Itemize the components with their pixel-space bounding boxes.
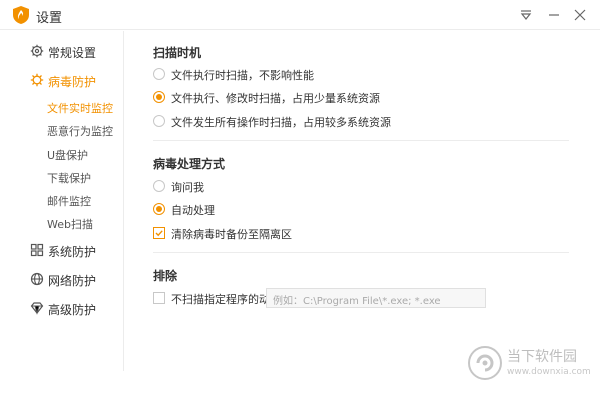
radio-label: 文件发生所有操作时扫描，占用较多系统资源 [171, 116, 391, 129]
watermark-title: 当下软件园 [507, 349, 577, 365]
exclusion-title: 排除 [153, 269, 178, 283]
sidebar: 常规设置 病毒防护 文件实时监控 恶意行为监控 U盘保护 下载保护 邮件监控 W… [0, 31, 124, 371]
virus-icon [30, 73, 44, 87]
diamond-icon [30, 301, 44, 315]
sidebar-item-label: 系统防护 [48, 245, 97, 259]
globe-icon [30, 272, 44, 286]
sidebar-subitem-mail-monitor[interactable]: 邮件监控 [47, 193, 91, 209]
section-divider [153, 140, 569, 141]
virus-handling-title: 病毒处理方式 [153, 157, 226, 171]
section-divider [153, 252, 569, 253]
close-icon[interactable] [571, 6, 589, 24]
checkbox-label: 不扫描指定程序的动作 [171, 293, 281, 306]
radio-button[interactable] [153, 68, 165, 80]
shield-logo-icon [13, 6, 29, 24]
exclude-path-input[interactable]: 例如：C:\Program File\*.exe; *.exe [266, 288, 486, 308]
sidebar-subitem-malicious-behavior-monitor[interactable]: 恶意行为监控 [47, 123, 113, 139]
sidebar-item-system-protection[interactable]: 系统防护 [0, 240, 124, 262]
sidebar-item-advanced-protection[interactable]: 高级防护 [0, 298, 124, 320]
watermark-url: www.downxia.com [507, 367, 591, 377]
dropdown-icon[interactable] [517, 6, 535, 24]
radio-button[interactable] [153, 91, 165, 103]
window-title: 设置 [36, 11, 63, 26]
scan-timing-title: 扫描时机 [153, 46, 202, 60]
sidebar-subitem-download-protection[interactable]: 下载保护 [47, 170, 91, 186]
minimize-icon[interactable] [545, 6, 563, 24]
radio-button[interactable] [153, 115, 165, 127]
title-bar: 设置 [0, 0, 600, 30]
radio-label: 文件执行时扫描，不影响性能 [171, 69, 314, 82]
sidebar-item-label: 高级防护 [48, 303, 97, 317]
sidebar-item-label: 病毒防护 [48, 75, 97, 89]
watermark: 当下软件园 www.downxia.com [467, 340, 597, 390]
sidebar-subitem-web-scan[interactable]: Web扫描 [47, 216, 93, 232]
checkbox-label: 清除病毒时备份至隔离区 [171, 228, 292, 241]
sidebar-subitem-usb-protection[interactable]: U盘保护 [47, 147, 88, 163]
sidebar-item-general[interactable]: 常规设置 [0, 41, 124, 63]
windows-icon [30, 243, 44, 257]
checkbox[interactable] [153, 292, 165, 304]
check-icon [155, 230, 163, 237]
radio-label: 自动处理 [171, 204, 215, 217]
checkbox[interactable] [153, 227, 165, 239]
sidebar-item-label: 常规设置 [48, 46, 97, 60]
radio-label: 询问我 [171, 181, 204, 194]
sidebar-item-network-protection[interactable]: 网络防护 [0, 269, 124, 291]
sidebar-item-label: 网络防护 [48, 274, 97, 288]
radio-button[interactable] [153, 203, 165, 215]
watermark-logo-icon [467, 345, 503, 381]
sidebar-subitem-realtime-file-monitor[interactable]: 文件实时监控 [47, 100, 113, 116]
sidebar-item-virus-protection[interactable]: 病毒防护 [0, 70, 124, 92]
gear-icon [30, 44, 44, 58]
radio-button[interactable] [153, 180, 165, 192]
radio-label: 文件执行、修改时扫描，占用少量系统资源 [171, 92, 380, 105]
